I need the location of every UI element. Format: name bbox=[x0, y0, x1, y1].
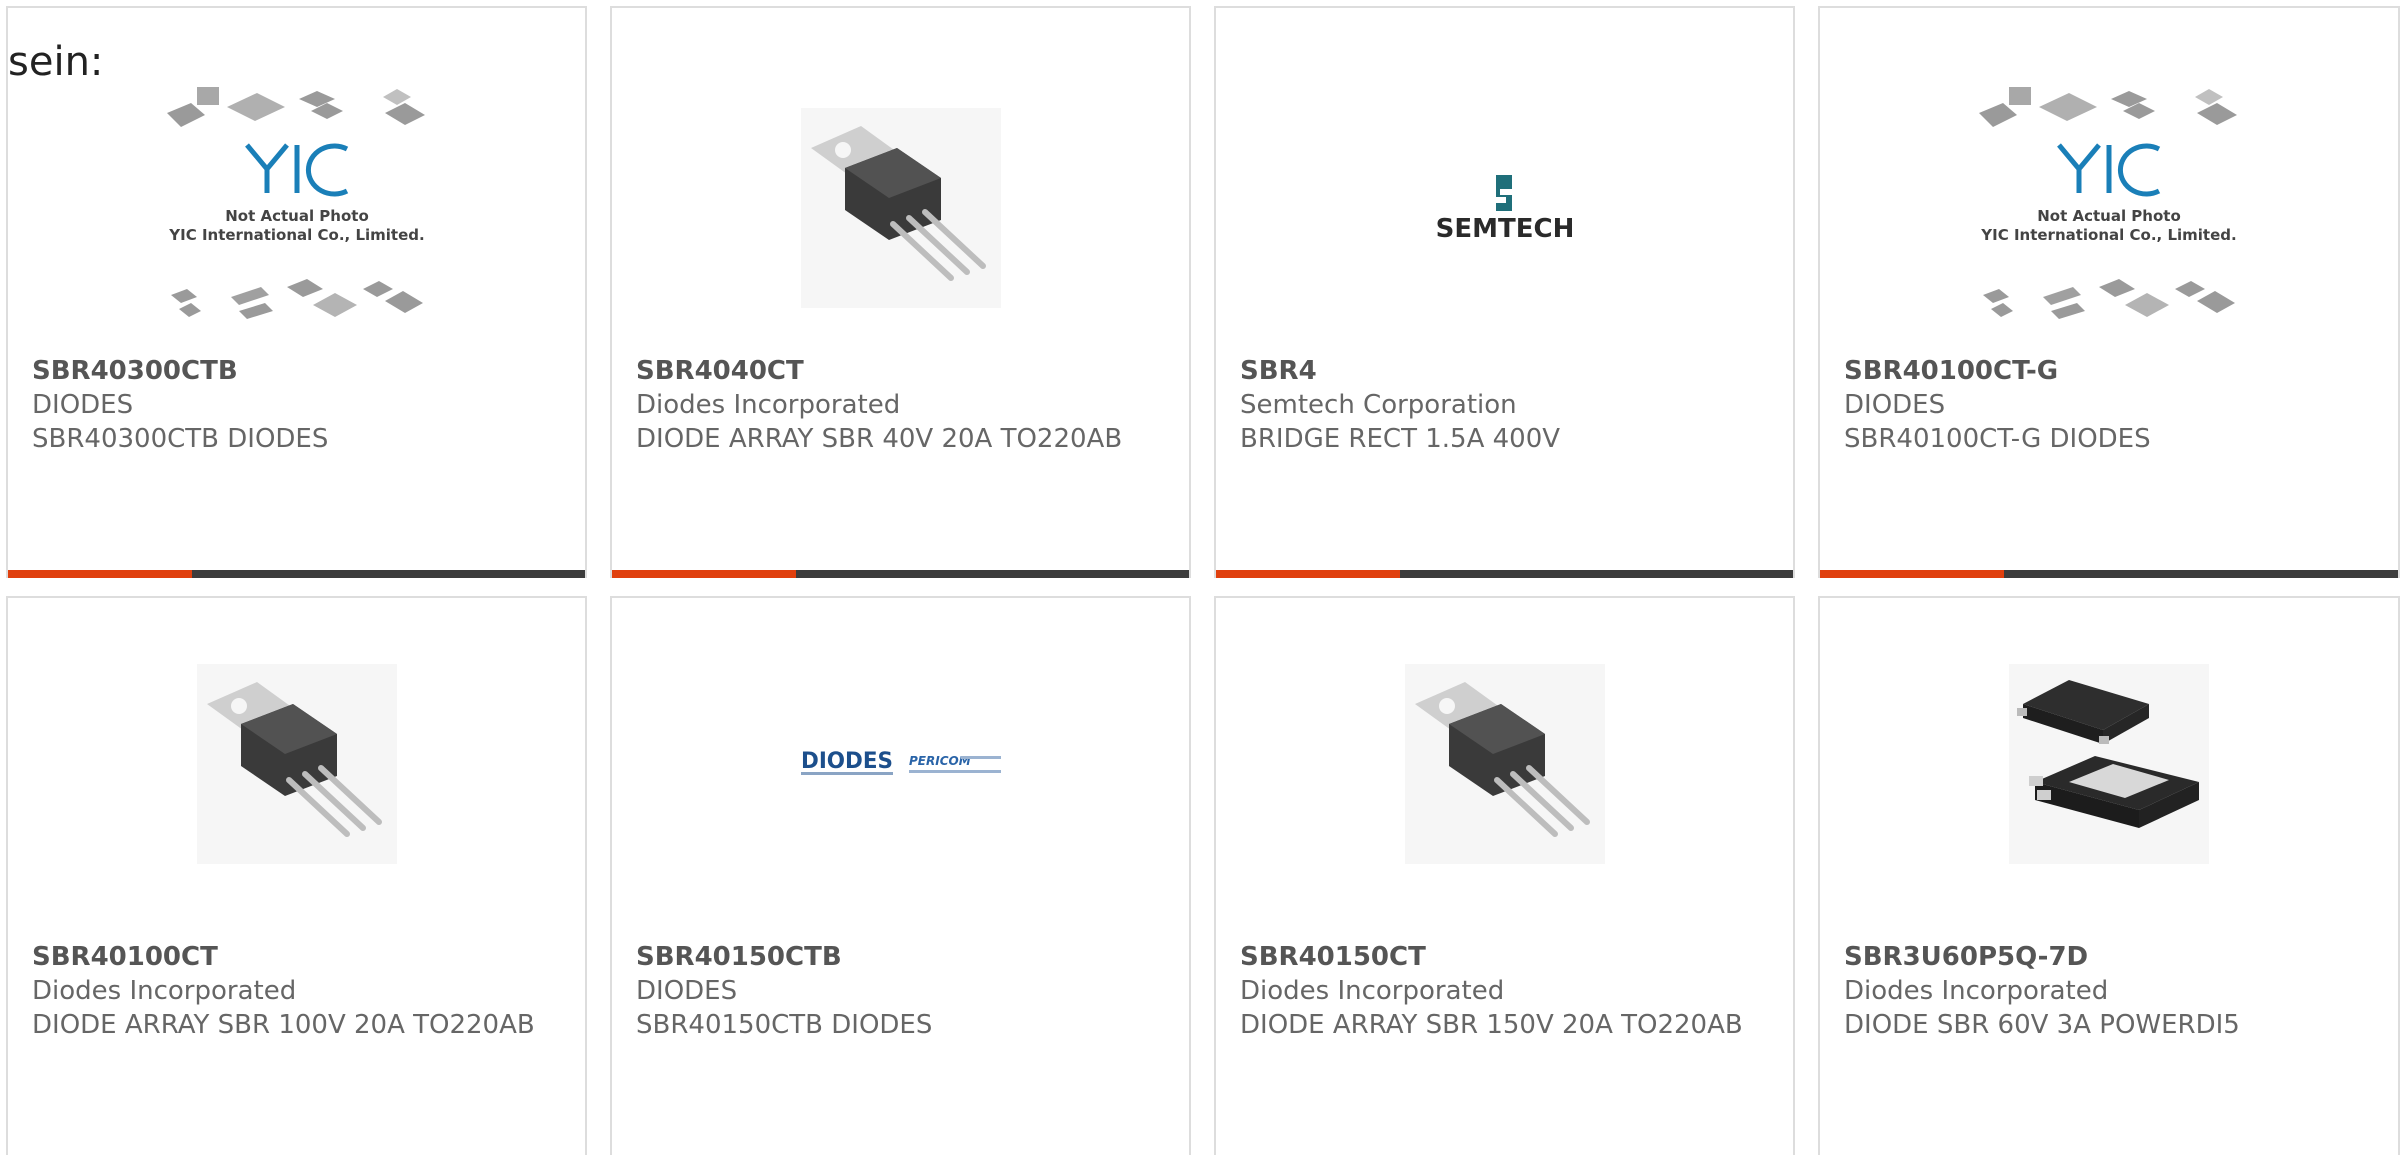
placeholder-caption-1: Not Actual Photo bbox=[225, 207, 369, 225]
manufacturer: Diodes Incorporated bbox=[1844, 976, 2109, 1006]
intro-text: sein: bbox=[8, 39, 104, 85]
card-bottom-bar bbox=[1820, 570, 2398, 578]
product-info: SBR40150CTB DIODES SBR40150CTB DIODES bbox=[636, 940, 1173, 1042]
placeholder-caption-1: Not Actual Photo bbox=[2037, 207, 2181, 225]
description: SBR40300CTB DIODES bbox=[32, 424, 329, 454]
part-number[interactable]: SBR40300CTB bbox=[32, 354, 569, 388]
product-image[interactable]: Not Actual Photo YIC International Co., … bbox=[1820, 78, 2398, 338]
description: DIODE ARRAY SBR 150V 20A TO220AB bbox=[1240, 1010, 1743, 1040]
card-bottom-bar bbox=[8, 570, 585, 578]
description: SBR40100CT-G DIODES bbox=[1844, 424, 2151, 454]
product-info: SBR40100CT Diodes Incorporated DIODE ARR… bbox=[32, 940, 569, 1042]
product-info: SBR4040CT Diodes Incorporated DIODE ARRA… bbox=[636, 354, 1173, 456]
product-info: SBR40300CTB DIODES SBR40300CTB DIODES bbox=[32, 354, 569, 456]
card-accent bbox=[1216, 570, 1400, 578]
description: SBR40150CTB DIODES bbox=[636, 1010, 933, 1040]
product-card[interactable]: SBR4040CT Diodes Incorporated DIODE ARRA… bbox=[610, 6, 1191, 578]
to220-package-icon bbox=[196, 664, 397, 864]
part-number[interactable]: SBR40150CT bbox=[1240, 940, 1777, 974]
semtech-logo-icon: SEMTECH bbox=[1435, 175, 1574, 243]
yic-placeholder-icon: Not Actual Photo YIC International Co., … bbox=[166, 87, 425, 319]
description: BRIDGE RECT 1.5A 400V bbox=[1240, 424, 1561, 454]
manufacturer: DIODES bbox=[636, 976, 738, 1006]
diodes-pericom-logo-icon: DIODES PERICOM bbox=[800, 749, 1001, 775]
description: DIODE ARRAY SBR 40V 20A TO220AB bbox=[636, 424, 1123, 454]
manufacturer: Semtech Corporation bbox=[1240, 390, 1517, 420]
product-info: SBR3U60P5Q-7D Diodes Incorporated DIODE … bbox=[1844, 940, 2382, 1042]
product-card[interactable]: Not Actual Photo YIC International Co., … bbox=[1818, 6, 2400, 578]
placeholder-caption-2: YIC International Co., Limited. bbox=[168, 226, 424, 244]
manufacturer: Diodes Incorporated bbox=[32, 976, 297, 1006]
yic-placeholder-icon: Not Actual Photo YIC International Co., … bbox=[1979, 87, 2237, 319]
part-number[interactable]: SBR3U60P5Q-7D bbox=[1844, 940, 2382, 974]
part-number[interactable]: SBR4040CT bbox=[636, 354, 1173, 388]
description: DIODE ARRAY SBR 100V 20A TO220AB bbox=[32, 1010, 535, 1040]
product-card[interactable]: DIODES PERICOM SBR40150CTB DIODES SBR401… bbox=[610, 596, 1191, 1155]
product-image[interactable] bbox=[8, 664, 585, 864]
card-accent bbox=[1820, 570, 2004, 578]
description: DIODE SBR 60V 3A POWERDI5 bbox=[1844, 1010, 2240, 1040]
product-image[interactable] bbox=[612, 78, 1189, 338]
card-bottom-bar bbox=[1216, 570, 1793, 578]
manufacturer: DIODES bbox=[1844, 390, 1946, 420]
product-card[interactable]: SBR40150CT Diodes Incorporated DIODE ARR… bbox=[1214, 596, 1795, 1155]
product-info: SBR40150CT Diodes Incorporated DIODE ARR… bbox=[1240, 940, 1777, 1042]
product-info: SBR4 Semtech Corporation BRIDGE RECT 1.5… bbox=[1240, 354, 1777, 456]
product-card[interactable]: Not Actual Photo YIC International Co., … bbox=[6, 6, 587, 578]
powerdi5-package-icon bbox=[2009, 664, 2209, 864]
to220-package-icon bbox=[1404, 664, 1605, 864]
placeholder-caption-2: YIC International Co., Limited. bbox=[1980, 226, 2236, 244]
part-number[interactable]: SBR40150CTB bbox=[636, 940, 1173, 974]
part-number[interactable]: SBR40100CT bbox=[32, 940, 569, 974]
product-image[interactable]: DIODES PERICOM bbox=[612, 664, 1189, 864]
product-image[interactable]: Not Actual Photo YIC International Co., … bbox=[8, 78, 585, 338]
product-card[interactable]: SBR40100CT Diodes Incorporated DIODE ARR… bbox=[6, 596, 587, 1155]
part-number[interactable]: SBR4 bbox=[1240, 354, 1777, 388]
card-bottom-bar bbox=[612, 570, 1189, 578]
part-number[interactable]: SBR40100CT-G bbox=[1844, 354, 2382, 388]
product-card[interactable]: SBR3U60P5Q-7D Diodes Incorporated DIODE … bbox=[1818, 596, 2400, 1155]
product-card[interactable]: SEMTECH SBR4 Semtech Corporation BRIDGE … bbox=[1214, 6, 1795, 578]
product-image[interactable] bbox=[1216, 664, 1793, 864]
product-image[interactable] bbox=[1820, 664, 2398, 864]
product-image[interactable]: SEMTECH bbox=[1216, 78, 1793, 338]
manufacturer: DIODES bbox=[32, 390, 134, 420]
manufacturer: Diodes Incorporated bbox=[636, 390, 901, 420]
to220-package-icon bbox=[800, 108, 1001, 308]
manufacturer: Diodes Incorporated bbox=[1240, 976, 1505, 1006]
diodes-logo-text: DIODES bbox=[801, 749, 893, 774]
product-grid-page: sein: Not Actual Photo YIC International… bbox=[0, 0, 2400, 1155]
card-accent bbox=[612, 570, 796, 578]
card-accent bbox=[8, 570, 192, 578]
product-info: SBR40100CT-G DIODES SBR40100CT-G DIODES bbox=[1844, 354, 2382, 456]
semtech-logo-text: SEMTECH bbox=[1435, 214, 1574, 243]
